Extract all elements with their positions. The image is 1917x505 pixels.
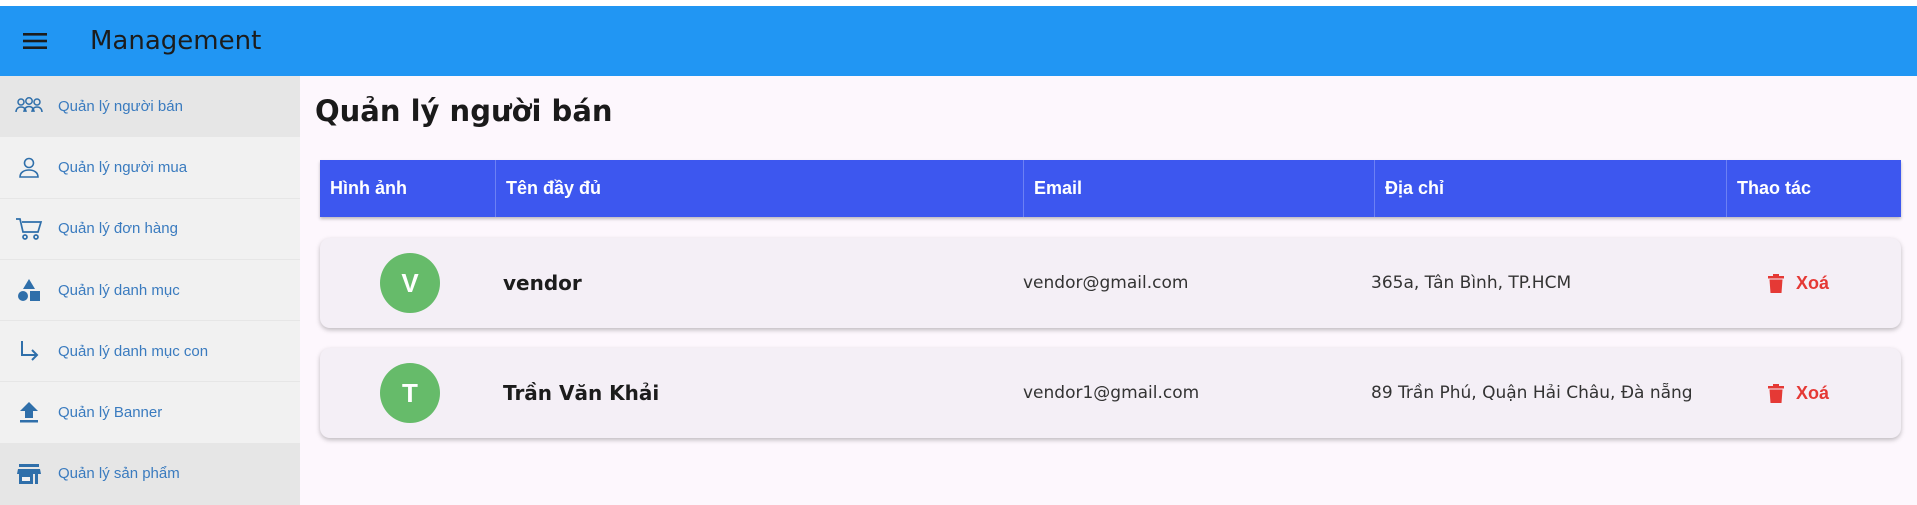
subdirectory-arrow-icon xyxy=(0,340,58,362)
image-cell: T xyxy=(320,363,500,423)
menu-button[interactable] xyxy=(0,6,70,76)
sidebar-item-buyers[interactable]: Quản lý người mua xyxy=(0,137,300,199)
column-header-image: Hình ảnh xyxy=(320,160,496,217)
app-title: Management xyxy=(90,26,262,56)
menu-icon xyxy=(23,33,47,49)
sidebar-item-label: Quản lý danh mục xyxy=(58,281,180,299)
category-icon xyxy=(0,278,58,302)
vendor-address: 365a, Tân Bình, TP.HCM xyxy=(1371,273,1572,293)
sidebar-item-label: Quản lý danh mục con xyxy=(58,342,209,360)
vendor-name: Trần Văn Khải xyxy=(503,381,660,405)
vendor-email: vendor1@gmail.com xyxy=(1023,383,1200,403)
table-row: T Trần Văn Khải vendor1@gmail.com 89 Trầ… xyxy=(320,348,1901,438)
app-bar: Management xyxy=(0,6,1917,76)
column-header-email: Email xyxy=(1024,160,1375,217)
sidebar-item-label: Quản lý đơn hàng xyxy=(58,220,178,238)
image-cell: V xyxy=(320,253,500,313)
trash-icon xyxy=(1768,383,1784,403)
sidebar-item-categories[interactable]: Quản lý danh mục xyxy=(0,260,300,322)
avatar: V xyxy=(380,253,440,313)
trash-icon xyxy=(1768,273,1784,293)
delete-button[interactable]: Xoá xyxy=(1768,273,1829,294)
sidebar-item-label: Quản lý sản phẩm xyxy=(58,465,180,483)
avatar: T xyxy=(380,363,440,423)
upload-icon xyxy=(0,401,58,424)
table-row: V vendor vendor@gmail.com 365a, Tân Bình… xyxy=(320,238,1901,328)
sidebar-item-label: Quản lý người bán xyxy=(58,97,183,115)
sidebar-item-subcategories[interactable]: Quản lý danh mục con xyxy=(0,321,300,383)
sidebar-item-banner[interactable]: Quản lý Banner xyxy=(0,382,300,444)
column-header-actions: Thao tác xyxy=(1737,178,1812,198)
sidebar-item-sellers[interactable]: Quản lý người bán xyxy=(0,76,300,138)
vendor-email: vendor@gmail.com xyxy=(1023,273,1189,293)
table-header: Hình ảnh Tên đầy đủ Email Địa chỉ Thao t… xyxy=(320,160,1901,217)
column-header-fullname: Tên đầy đủ xyxy=(496,160,1024,217)
cart-icon xyxy=(0,217,58,241)
store-icon xyxy=(0,463,58,485)
sidebar-item-label: Quản lý Banner xyxy=(58,404,163,422)
delete-label: Xoá xyxy=(1796,272,1830,293)
group-icon xyxy=(0,97,58,115)
page-title: Quản lý người bán xyxy=(315,94,613,128)
sidebar: Quản lý người bán Quản lý người mua Quản… xyxy=(0,76,300,505)
sidebar-item-label: Quản lý người mua xyxy=(58,158,188,176)
sidebar-item-products[interactable]: Quản lý sản phẩm xyxy=(0,443,300,505)
vendor-address: 89 Trần Phú, Quận Hải Châu, Đà nẵng xyxy=(1371,383,1693,403)
vendor-name: vendor xyxy=(503,271,582,295)
person-icon xyxy=(0,156,58,179)
delete-button[interactable]: Xoá xyxy=(1768,383,1829,404)
main-content: Quản lý người bán Hình ảnh Tên đầy đủ Em… xyxy=(300,76,1917,497)
column-header-address: Địa chỉ xyxy=(1375,160,1727,217)
sidebar-item-orders[interactable]: Quản lý đơn hàng xyxy=(0,199,300,260)
delete-label: Xoá xyxy=(1796,382,1830,403)
